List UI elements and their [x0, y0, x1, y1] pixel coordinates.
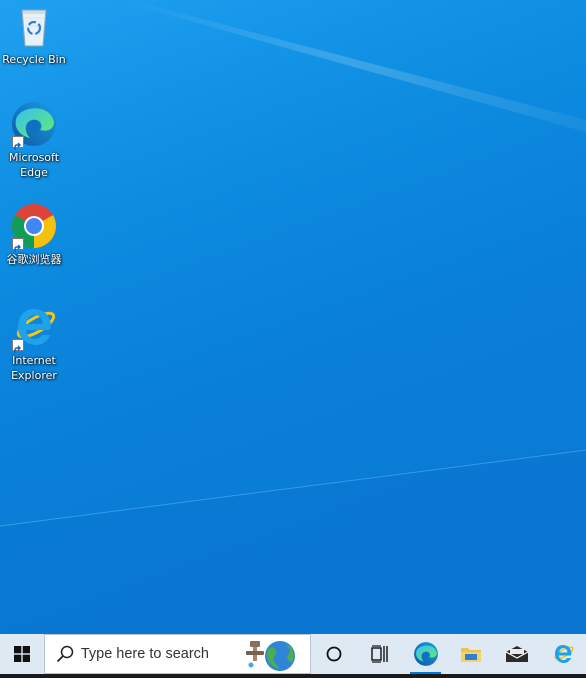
recycle-bin-icon: [10, 2, 58, 50]
edge-icon: [413, 642, 438, 666]
desktop-icon-microsoft-edge[interactable]: Microsoft Edge: [0, 100, 68, 180]
desktop-icon-label: Recycle Bin: [2, 53, 66, 66]
wallpaper-light-beams: [0, 0, 586, 634]
folder-icon: [461, 648, 482, 662]
desktop-icon-chrome[interactable]: 谷歌浏览器: [0, 202, 68, 267]
taskbar-file-explorer-button[interactable]: [448, 634, 494, 674]
desktop-icon-label: Microsoft Edge: [8, 151, 60, 179]
windows-logo-icon: [13, 646, 30, 662]
desktop-icon-label: 谷歌浏览器: [6, 253, 62, 266]
desktop-icon-recycle-bin[interactable]: Recycle Bin: [0, 2, 68, 67]
taskbar-internet-explorer-button[interactable]: [540, 634, 586, 674]
cortana-button[interactable]: [311, 634, 357, 674]
task-view-icon: [371, 645, 388, 663]
edge-icon: [10, 100, 58, 150]
search-icon: [56, 645, 74, 663]
taskbar: Type here to search: [0, 634, 586, 674]
chrome-icon: [10, 202, 58, 252]
search-box[interactable]: Type here to search: [43, 634, 311, 674]
taskbar-mail-button[interactable]: [494, 634, 540, 674]
search-placeholder: Type here to search: [80, 646, 210, 662]
taskbar-edge-button[interactable]: [403, 634, 449, 674]
shortcut-arrow-icon: [12, 136, 24, 150]
search-highlight-icon: [245, 641, 295, 671]
shortcut-arrow-icon: [12, 238, 24, 252]
task-view-button[interactable]: [357, 634, 403, 674]
desktop-icon-label: Internet Explorer: [11, 354, 57, 382]
internet-explorer-icon: [554, 645, 574, 663]
desktop-icon-internet-explorer[interactable]: Internet Explorer: [0, 303, 68, 383]
mail-icon: [505, 646, 529, 662]
start-button[interactable]: [0, 634, 44, 674]
desktop-wallpaper: Recycle Bin Microsoft Edge 谷歌浏览器 Interne…: [0, 0, 586, 634]
internet-explorer-icon: [10, 303, 58, 353]
taskbar-bottom-edge: [0, 674, 586, 678]
shortcut-arrow-icon: [12, 339, 24, 353]
circle-icon: [326, 646, 342, 662]
